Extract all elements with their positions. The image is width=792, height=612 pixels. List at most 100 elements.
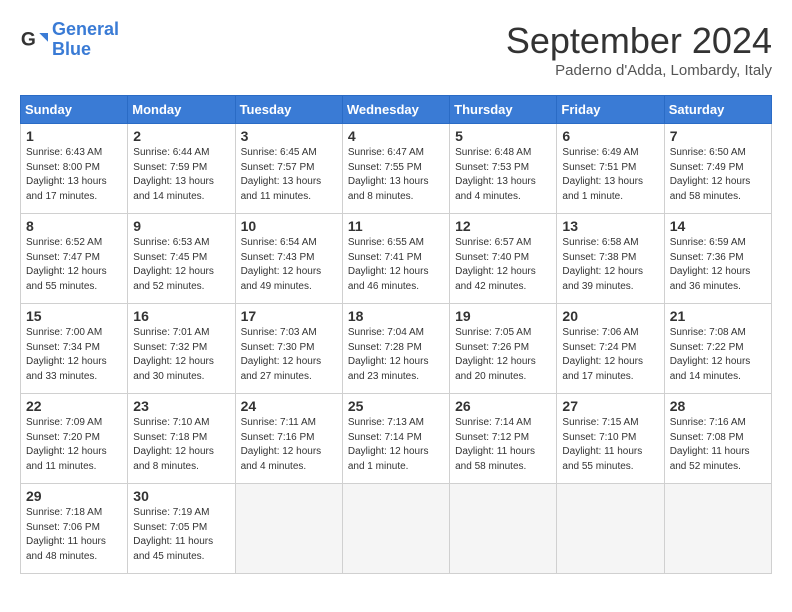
table-row (450, 484, 557, 574)
day-number: 26 (455, 398, 551, 414)
table-row (664, 484, 771, 574)
table-row: 6 Sunrise: 6:49 AMSunset: 7:51 PMDaylight… (557, 124, 664, 214)
day-info: Sunrise: 7:11 AMSunset: 7:16 PMDaylight:… (241, 416, 337, 474)
day-number: 27 (562, 398, 658, 414)
table-row (342, 484, 449, 574)
calendar-title: September 2024 (506, 20, 772, 62)
logo: G General Blue (20, 20, 119, 60)
day-number: 1 (26, 128, 122, 144)
table-row: 2 Sunrise: 6:44 AMSunset: 7:59 PMDaylight… (128, 124, 235, 214)
day-number: 25 (348, 398, 444, 414)
column-header-thursday: Thursday (450, 96, 557, 124)
day-number: 17 (241, 308, 337, 324)
day-number: 10 (241, 218, 337, 234)
calendar-table: SundayMondayTuesdayWednesdayThursdayFrid… (20, 95, 772, 574)
day-number: 5 (455, 128, 551, 144)
day-info: Sunrise: 7:16 AMSunset: 7:08 PMDaylight:… (670, 416, 766, 474)
title-block: September 2024 Paderno d'Adda, Lombardy,… (506, 20, 772, 79)
day-info: Sunrise: 6:53 AMSunset: 7:45 PMDaylight:… (133, 236, 229, 294)
day-info: Sunrise: 6:57 AMSunset: 7:40 PMDaylight:… (455, 236, 551, 294)
table-row: 28 Sunrise: 7:16 AMSunset: 7:08 PMDayligh… (664, 394, 771, 484)
table-row: 30 Sunrise: 7:19 AMSunset: 7:05 PMDayligh… (128, 484, 235, 574)
table-row: 17 Sunrise: 7:03 AMSunset: 7:30 PMDayligh… (235, 304, 342, 394)
table-row: 16 Sunrise: 7:01 AMSunset: 7:32 PMDayligh… (128, 304, 235, 394)
table-row: 29 Sunrise: 7:18 AMSunset: 7:06 PMDayligh… (21, 484, 128, 574)
table-row: 1 Sunrise: 6:43 AMSunset: 8:00 PMDaylight… (21, 124, 128, 214)
day-number: 11 (348, 218, 444, 234)
day-number: 29 (26, 488, 122, 504)
day-info: Sunrise: 7:09 AMSunset: 7:20 PMDaylight:… (26, 416, 122, 474)
table-row: 23 Sunrise: 7:10 AMSunset: 7:18 PMDayligh… (128, 394, 235, 484)
day-info: Sunrise: 6:48 AMSunset: 7:53 PMDaylight:… (455, 146, 551, 204)
table-row: 18Sunrise: 7:04 AMSunset: 7:28 PMDayligh… (342, 304, 449, 394)
day-number: 20 (562, 308, 658, 324)
table-row: 15Sunrise: 7:00 AMSunset: 7:34 PMDayligh… (21, 304, 128, 394)
day-number: 23 (133, 398, 229, 414)
day-info: Sunrise: 6:49 AMSunset: 7:51 PMDaylight:… (562, 146, 658, 204)
table-row: 25 Sunrise: 7:13 AMSunset: 7:14 PMDayligh… (342, 394, 449, 484)
table-row: 24 Sunrise: 7:11 AMSunset: 7:16 PMDayligh… (235, 394, 342, 484)
day-info: Sunrise: 6:54 AMSunset: 7:43 PMDaylight:… (241, 236, 337, 294)
day-number: 14 (670, 218, 766, 234)
table-row: 4 Sunrise: 6:47 AMSunset: 7:55 PMDaylight… (342, 124, 449, 214)
table-row: 13 Sunrise: 6:58 AMSunset: 7:38 PMDayligh… (557, 214, 664, 304)
table-row: 19 Sunrise: 7:05 AMSunset: 7:26 PMDayligh… (450, 304, 557, 394)
day-info: Sunrise: 7:05 AMSunset: 7:26 PMDaylight:… (455, 326, 551, 384)
day-number: 7 (670, 128, 766, 144)
day-info: Sunrise: 7:06 AMSunset: 7:24 PMDaylight:… (562, 326, 658, 384)
table-row: 12Sunrise: 6:57 AMSunset: 7:40 PMDayligh… (450, 214, 557, 304)
table-row: 8 Sunrise: 6:52 AMSunset: 7:47 PMDaylight… (21, 214, 128, 304)
table-row (557, 484, 664, 574)
day-info: Sunrise: 6:59 AMSunset: 7:36 PMDaylight:… (670, 236, 766, 294)
page-header: G General Blue September 2024 Paderno d'… (20, 20, 772, 79)
table-row: 9Sunrise: 6:53 AMSunset: 7:45 PMDaylight… (128, 214, 235, 304)
day-info: Sunrise: 6:43 AMSunset: 8:00 PMDaylight:… (26, 146, 122, 204)
day-number: 6 (562, 128, 658, 144)
day-number: 8 (26, 218, 122, 234)
column-header-saturday: Saturday (664, 96, 771, 124)
day-number: 3 (241, 128, 337, 144)
day-info: Sunrise: 7:14 AMSunset: 7:12 PMDaylight:… (455, 416, 551, 474)
day-number: 16 (133, 308, 229, 324)
column-header-wednesday: Wednesday (342, 96, 449, 124)
day-number: 15 (26, 308, 122, 324)
day-info: Sunrise: 6:44 AMSunset: 7:59 PMDaylight:… (133, 146, 229, 204)
table-row: 5 Sunrise: 6:48 AMSunset: 7:53 PMDaylight… (450, 124, 557, 214)
table-row: 3Sunrise: 6:45 AMSunset: 7:57 PMDaylight… (235, 124, 342, 214)
logo-text: General Blue (52, 20, 119, 60)
svg-text:G: G (21, 29, 36, 50)
day-info: Sunrise: 6:52 AMSunset: 7:47 PMDaylight:… (26, 236, 122, 294)
column-header-friday: Friday (557, 96, 664, 124)
day-info: Sunrise: 6:47 AMSunset: 7:55 PMDaylight:… (348, 146, 444, 204)
table-row: 21 Sunrise: 7:08 AMSunset: 7:22 PMDayligh… (664, 304, 771, 394)
table-row: 22 Sunrise: 7:09 AMSunset: 7:20 PMDayligh… (21, 394, 128, 484)
day-info: Sunrise: 7:18 AMSunset: 7:06 PMDaylight:… (26, 506, 122, 564)
table-row: 26 Sunrise: 7:14 AMSunset: 7:12 PMDayligh… (450, 394, 557, 484)
table-row: 14 Sunrise: 6:59 AMSunset: 7:36 PMDayligh… (664, 214, 771, 304)
day-info: Sunrise: 7:13 AMSunset: 7:14 PMDaylight:… (348, 416, 444, 474)
table-row (235, 484, 342, 574)
day-info: Sunrise: 7:10 AMSunset: 7:18 PMDaylight:… (133, 416, 229, 474)
day-number: 28 (670, 398, 766, 414)
day-info: Sunrise: 7:03 AMSunset: 7:30 PMDaylight:… (241, 326, 337, 384)
column-header-monday: Monday (128, 96, 235, 124)
logo-line2: Blue (52, 40, 119, 60)
table-row: 27Sunrise: 7:15 AMSunset: 7:10 PMDayligh… (557, 394, 664, 484)
table-row: 7Sunrise: 6:50 AMSunset: 7:49 PMDaylight… (664, 124, 771, 214)
day-number: 4 (348, 128, 444, 144)
logo-line1: General (52, 19, 119, 39)
day-info: Sunrise: 6:58 AMSunset: 7:38 PMDaylight:… (562, 236, 658, 294)
day-info: Sunrise: 7:01 AMSunset: 7:32 PMDaylight:… (133, 326, 229, 384)
day-number: 2 (133, 128, 229, 144)
day-number: 13 (562, 218, 658, 234)
day-number: 22 (26, 398, 122, 414)
day-info: Sunrise: 7:19 AMSunset: 7:05 PMDaylight:… (133, 506, 229, 564)
day-info: Sunrise: 7:08 AMSunset: 7:22 PMDaylight:… (670, 326, 766, 384)
day-number: 30 (133, 488, 229, 504)
day-number: 24 (241, 398, 337, 414)
day-number: 21 (670, 308, 766, 324)
table-row: 11 Sunrise: 6:55 AMSunset: 7:41 PMDayligh… (342, 214, 449, 304)
table-row: 10 Sunrise: 6:54 AMSunset: 7:43 PMDayligh… (235, 214, 342, 304)
day-number: 19 (455, 308, 551, 324)
day-info: Sunrise: 6:55 AMSunset: 7:41 PMDaylight:… (348, 236, 444, 294)
